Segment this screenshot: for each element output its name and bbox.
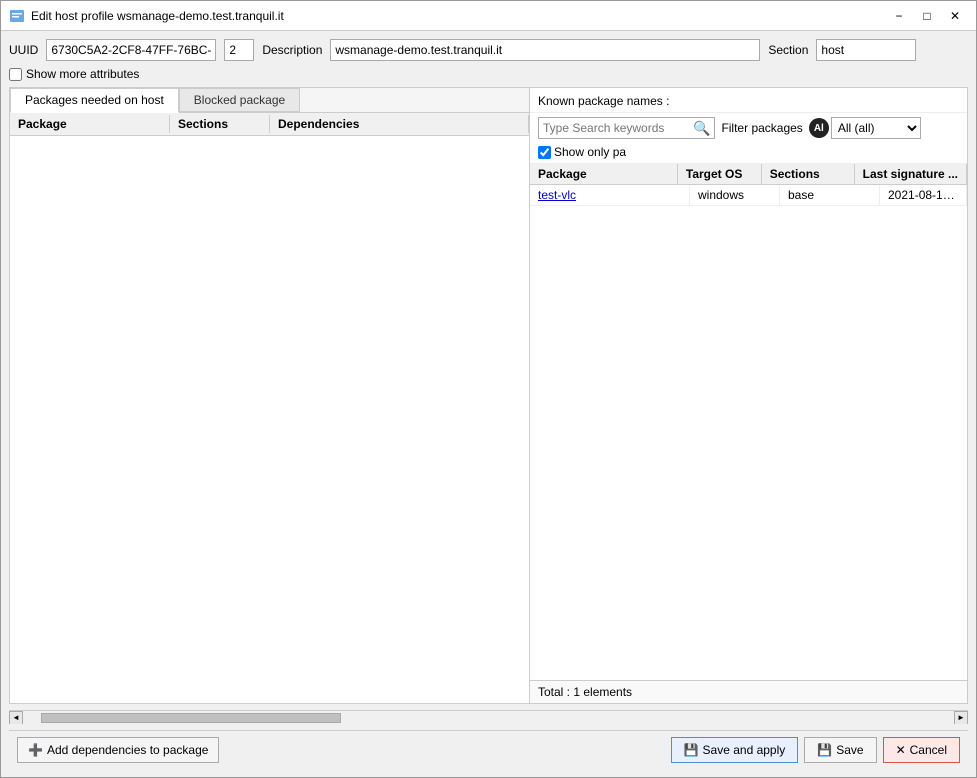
search-icon: 🔍 [689, 118, 714, 139]
add-dependencies-button[interactable]: ➕ Add dependencies to package [17, 737, 219, 763]
content-area: UUID Description Section Show more attri… [1, 31, 976, 777]
section-input[interactable] [816, 39, 916, 61]
save-button[interactable]: 💾 Save [804, 737, 876, 763]
search-filter-row: 🔍 Filter packages Al All (all) base host [530, 113, 967, 164]
add-deps-icon: ➕ [28, 743, 43, 757]
close-button[interactable]: ✕ [942, 5, 968, 27]
title-bar-text: Edit host profile wsmanage-demo.test.tra… [31, 9, 886, 23]
right-panel: Known package names : 🔍 Filter packages … [530, 88, 967, 703]
uuid-label: UUID [9, 43, 38, 57]
uuid-input[interactable] [46, 39, 216, 61]
table-row[interactable]: test-vlc windows base 2021-08-18T10... [530, 185, 967, 206]
left-table-body [10, 136, 529, 703]
form-row: UUID Description Section [9, 39, 968, 61]
show-more-row: Show more attributes [9, 67, 968, 81]
left-table-header: Package Sections Dependencies [10, 113, 529, 136]
show-only-row: Show only pa [538, 145, 626, 159]
total-label: Total : 1 elements [538, 685, 632, 699]
th-package: Package [530, 164, 678, 184]
description-label: Description [262, 43, 322, 57]
scrollbar-thumb[interactable] [41, 713, 341, 723]
th-targetos: Target OS [678, 164, 762, 184]
right-table: Package Target OS Sections Last signatur… [530, 164, 967, 680]
filter-packages-label: Filter packages [721, 121, 802, 135]
main-window: Edit host profile wsmanage-demo.test.tra… [0, 0, 977, 778]
left-col-package: Package [10, 115, 170, 133]
main-panels: Packages needed on host Blocked package … [9, 87, 968, 704]
add-deps-label: Add dependencies to package [47, 743, 208, 757]
horizontal-scrollbar: ◄ ► [9, 710, 968, 724]
td-signature: 2021-08-18T10... [880, 185, 967, 205]
known-packages-label: Known package names : [538, 94, 669, 108]
save-label: Save [836, 743, 863, 757]
td-package: test-vlc [530, 185, 690, 205]
td-targetos: windows [690, 185, 780, 205]
show-more-label: Show more attributes [26, 67, 139, 81]
save-apply-icon: 💾 [684, 743, 699, 757]
search-input[interactable] [539, 119, 689, 137]
description-input[interactable] [330, 39, 760, 61]
title-bar-buttons: − □ ✕ [886, 5, 968, 27]
th-sections: Sections [762, 164, 855, 184]
search-box: 🔍 [538, 117, 715, 139]
show-only-checkbox[interactable] [538, 146, 551, 159]
scrollbar-track[interactable] [23, 711, 954, 724]
save-icon: 💾 [817, 743, 832, 757]
show-more-checkbox[interactable] [9, 68, 22, 81]
show-only-label: Show only pa [554, 145, 626, 159]
right-table-header: Package Target OS Sections Last signatur… [530, 164, 967, 185]
cancel-icon: ✕ [896, 743, 906, 757]
th-signature: Last signature ... [855, 164, 967, 184]
bottom-bar: ➕ Add dependencies to package 💾 Save and… [9, 730, 968, 769]
section-label: Section [768, 43, 808, 57]
title-bar: Edit host profile wsmanage-demo.test.tra… [1, 1, 976, 31]
scroll-left-btn[interactable]: ◄ [9, 711, 23, 725]
known-packages-header: Known package names : [530, 88, 967, 113]
window-icon [9, 8, 25, 24]
save-apply-label: Save and apply [703, 743, 786, 757]
left-col-dependencies: Dependencies [270, 115, 529, 133]
tab-blocked-package[interactable]: Blocked package [179, 88, 300, 112]
scroll-right-btn[interactable]: ► [954, 711, 968, 725]
left-panel: Packages needed on host Blocked package … [10, 88, 530, 703]
tab-packages-needed[interactable]: Packages needed on host [10, 88, 179, 113]
cancel-label: Cancel [910, 743, 947, 757]
left-col-sections: Sections [170, 115, 270, 133]
rev-input[interactable] [224, 39, 254, 61]
total-row: Total : 1 elements [530, 680, 967, 703]
tab-bar: Packages needed on host Blocked package [10, 88, 529, 113]
cancel-button[interactable]: ✕ Cancel [883, 737, 960, 763]
maximize-button[interactable]: □ [914, 5, 940, 27]
filter-select[interactable]: All (all) base host [831, 117, 921, 139]
minimize-button[interactable]: − [886, 5, 912, 27]
save-apply-button[interactable]: 💾 Save and apply [671, 737, 799, 763]
td-sections: base [780, 185, 880, 205]
